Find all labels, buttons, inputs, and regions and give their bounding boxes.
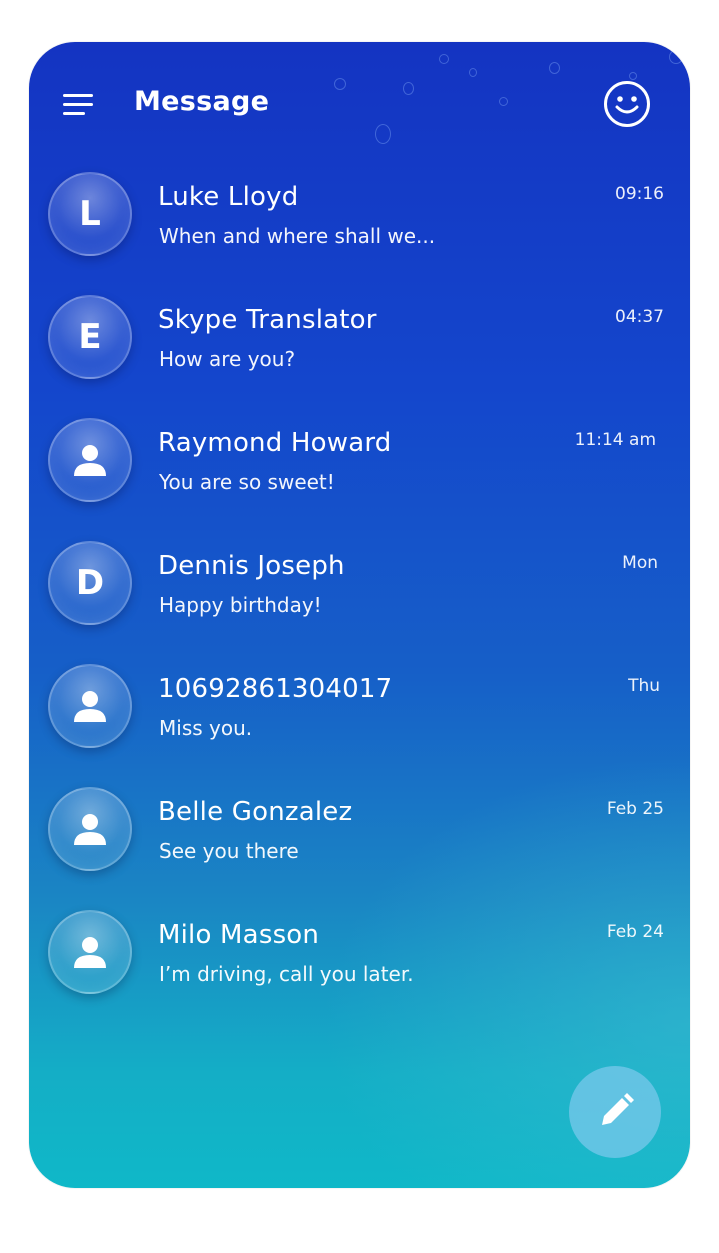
contact-name: Milo Masson xyxy=(158,920,320,950)
conversation-row[interactable]: Milo Masson I’m driving, call you later.… xyxy=(29,908,690,1031)
message-preview: When and where shall we... xyxy=(159,224,436,248)
contact-name: Dennis Joseph xyxy=(158,551,345,581)
conversation-row[interactable]: 10692861304017 Miss you. Thu xyxy=(29,662,690,785)
message-preview: Miss you. xyxy=(159,716,253,740)
message-time: 11:14 am xyxy=(574,430,656,450)
avatar xyxy=(48,910,132,994)
compose-button[interactable] xyxy=(569,1066,661,1158)
message-time: 04:37 xyxy=(615,307,664,327)
avatar-initial: E xyxy=(78,317,102,357)
avatar xyxy=(48,418,132,502)
conversation-row[interactable]: Raymond Howard You are so sweet! 11:14 a… xyxy=(29,416,690,539)
message-time: Feb 24 xyxy=(606,922,664,942)
message-preview: Happy birthday! xyxy=(159,593,322,617)
pencil-compose-icon xyxy=(602,1093,634,1125)
phone-screen: Message L Luke Lloyd When and where shal… xyxy=(29,42,690,1188)
avatar-initial: L xyxy=(79,194,101,234)
avatar: E xyxy=(48,295,132,379)
avatar-initial: D xyxy=(75,563,105,603)
app-header: Message xyxy=(29,42,690,172)
person-icon xyxy=(74,691,106,722)
contact-name: Skype Translator xyxy=(158,305,377,335)
person-icon xyxy=(74,814,106,845)
message-preview: See you there xyxy=(159,839,299,863)
message-preview: I’m driving, call you later. xyxy=(159,962,414,986)
avatar xyxy=(48,664,132,748)
smiley-face-icon[interactable] xyxy=(603,80,651,128)
person-icon xyxy=(74,445,106,476)
message-time: Mon xyxy=(622,553,658,573)
message-time: Thu xyxy=(628,676,660,696)
conversation-row[interactable]: E Skype Translator How are you? 04:37 xyxy=(29,293,690,416)
conversation-row[interactable]: D Dennis Joseph Happy birthday! Mon xyxy=(29,539,690,662)
message-time: 09:16 xyxy=(615,184,664,204)
conversation-row[interactable]: Belle Gonzalez See you there Feb 25 xyxy=(29,785,690,908)
message-preview: How are you? xyxy=(159,347,296,371)
contact-name: 10692861304017 xyxy=(158,674,393,704)
avatar: D xyxy=(48,541,132,625)
contact-name: Luke Lloyd xyxy=(158,182,299,212)
message-time: Feb 25 xyxy=(606,799,664,819)
conversation-list: L Luke Lloyd When and where shall we... … xyxy=(29,170,690,1031)
message-preview: You are so sweet! xyxy=(159,470,335,494)
hamburger-menu-icon[interactable] xyxy=(63,92,95,118)
contact-name: Raymond Howard xyxy=(158,428,392,458)
avatar: L xyxy=(48,172,132,256)
avatar xyxy=(48,787,132,871)
person-icon xyxy=(74,937,106,968)
conversation-row[interactable]: L Luke Lloyd When and where shall we... … xyxy=(29,170,690,293)
page-title: Message xyxy=(134,86,270,117)
contact-name: Belle Gonzalez xyxy=(158,797,353,827)
